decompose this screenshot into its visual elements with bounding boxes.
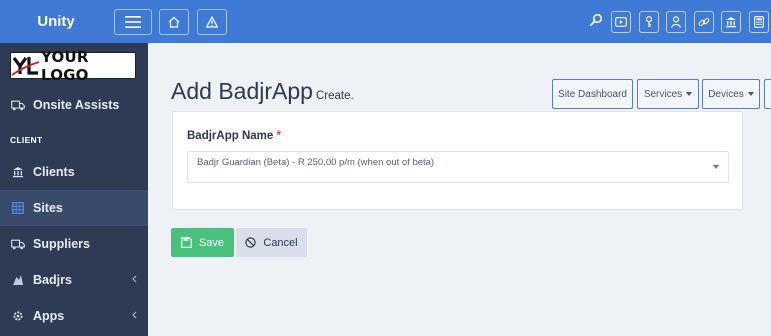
truck-icon (11, 100, 25, 111)
menu-toggle-button[interactable] (114, 9, 152, 35)
caret-down-icon (713, 165, 719, 169)
bank-icon (726, 17, 736, 28)
services-dropdown-button[interactable]: Services (637, 79, 699, 109)
chevron-left-icon (132, 275, 137, 283)
save-button[interactable]: Save (171, 228, 234, 257)
cancel-button[interactable]: Cancel (236, 228, 307, 257)
required-marker: * (276, 130, 281, 142)
brand-name[interactable]: Unity (0, 0, 112, 43)
sidebar-item-label: Sites (33, 201, 63, 215)
save-label: Save (198, 236, 225, 249)
sidebar-item-label: Suppliers (33, 237, 90, 251)
select-value: Badjr Guardian (Beta) - R 250.00 p/m (wh… (197, 157, 435, 168)
sidebar-section-client: CLIENT (10, 135, 43, 145)
site-dashboard-button[interactable]: Site Dashboard (552, 79, 633, 109)
hamburger-icon (125, 16, 141, 28)
caret-down-icon (686, 92, 693, 96)
page-title: Add BadjrApp (171, 78, 313, 104)
badge-icon (11, 274, 25, 286)
alerts-button[interactable] (197, 9, 227, 35)
user-icon (671, 16, 681, 28)
link-button[interactable] (694, 11, 714, 33)
video-icon (615, 17, 627, 27)
sidebar-item-apps[interactable]: Apps (0, 298, 148, 334)
page-subtitle: Create. (316, 90, 354, 102)
floppy-disk-icon (181, 237, 192, 248)
sidebar-item-sites[interactable]: Sites (0, 190, 148, 226)
devices-label: Devices (708, 88, 744, 100)
badjrapp-name-select[interactable]: Badjr Guardian (Beta) - R 250.00 p/m (wh… (187, 151, 729, 183)
badjrapp-name-label: BadjrApp Name * (187, 130, 281, 142)
calculator-button[interactable] (749, 11, 769, 33)
sidebar-item-label: Badjrs (33, 273, 72, 287)
home-icon (168, 16, 180, 28)
sidebar-item-onsite-assists[interactable]: Onsite Assists (0, 87, 148, 123)
field-label-text: BadjrApp Name (187, 130, 274, 142)
warning-icon (206, 16, 218, 28)
top-navbar: Unity (0, 0, 771, 43)
sidebar-item-label: Apps (33, 309, 65, 323)
user-button[interactable] (666, 11, 686, 33)
caret-down-icon (747, 92, 754, 96)
gear-icon (11, 310, 25, 322)
company-logo[interactable]: YOUR LOGO (10, 48, 136, 84)
link-icon (698, 17, 710, 27)
truck-icon (11, 239, 25, 250)
form-card: BadjrApp Name * Badjr Guardian (Beta) - … (172, 111, 743, 210)
logo-text: YOUR LOGO (41, 47, 89, 84)
services-label: Services (643, 88, 683, 100)
site-dashboard-label: Site Dashboard (558, 88, 627, 100)
devices-dropdown-button[interactable]: Devices (702, 79, 760, 109)
calculator-icon (754, 16, 764, 28)
sidebar-item-badjrs[interactable]: Badjrs (0, 262, 148, 298)
home-button[interactable] (159, 9, 189, 35)
cancel-label: Cancel (263, 236, 298, 249)
bank-button[interactable] (721, 11, 741, 33)
sidebar-item-clients[interactable]: Clients (0, 154, 148, 190)
key-icon (645, 16, 653, 27)
more-button[interactable] (764, 79, 771, 109)
sidebar-item-suppliers[interactable]: Suppliers (0, 226, 148, 262)
cancel-icon (245, 237, 257, 248)
logo-mark-icon (11, 53, 41, 78)
sidebar-item-label: Clients (33, 165, 75, 179)
video-button[interactable] (611, 11, 631, 33)
sidebar: YOUR LOGO Onsite Assists CLIENT Clients (0, 43, 148, 336)
grid-icon (11, 202, 25, 214)
chevron-left-icon (132, 311, 137, 319)
bank-icon (11, 166, 25, 178)
sidebar-item-label: Onsite Assists (33, 98, 120, 112)
key-button[interactable] (639, 11, 659, 33)
search-icon (589, 13, 603, 27)
search-button[interactable] (589, 13, 603, 32)
